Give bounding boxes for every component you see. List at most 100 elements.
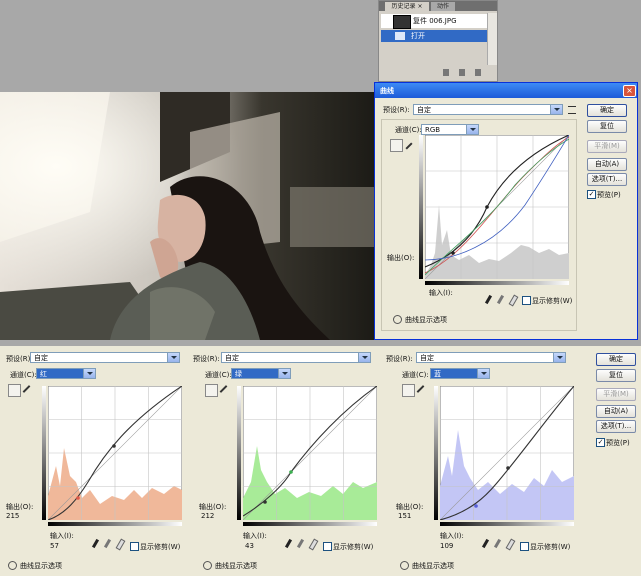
curve-point-tool-icon[interactable]: [205, 384, 218, 397]
curve-graph-blue[interactable]: [440, 386, 574, 520]
show-clipping-checkbox[interactable]: [130, 542, 139, 551]
channel-select-green[interactable]: 绿: [231, 368, 291, 379]
input-value: 43: [245, 542, 254, 550]
input-label: 输入(I):: [440, 532, 464, 540]
history-snapshot-label: 复件 006.JPG: [413, 17, 457, 25]
preset-select-value: 自定: [225, 354, 239, 362]
curve-point-tool-icon[interactable]: [8, 384, 21, 397]
preset-select-value: 自定: [417, 106, 431, 114]
input-value: 109: [440, 542, 454, 550]
eyedropper-white-icon[interactable]: [505, 538, 516, 551]
show-clipping-checkbox[interactable]: [520, 542, 529, 551]
curve-graph-rgb[interactable]: [425, 135, 569, 279]
eyedropper-gray-icon[interactable]: [493, 538, 502, 549]
pencil-tool-icon[interactable]: [403, 139, 414, 150]
reset-button[interactable]: 复位: [587, 120, 627, 133]
smooth-button[interactable]: 平滑(M): [596, 388, 636, 401]
dialog-titlebar[interactable]: 曲线 ×: [375, 83, 637, 98]
channel-label: 通道(C):: [10, 371, 37, 379]
preset-select[interactable]: 自定: [30, 352, 180, 363]
preview-checkbox[interactable]: ✓: [587, 190, 596, 199]
show-clipping-checkbox[interactable]: [323, 542, 332, 551]
show-clipping-label: 显示修剪(W): [333, 543, 374, 551]
preset-select-value: 自定: [420, 354, 434, 362]
output-label: 输出(O):: [6, 503, 34, 511]
ok-button[interactable]: 确定: [587, 104, 627, 117]
preview-label: 预览(P): [597, 191, 621, 199]
display-options-label: 曲线显示选项: [405, 316, 447, 324]
curve-graph-red[interactable]: [48, 386, 182, 520]
eyedropper-black-icon[interactable]: [91, 538, 100, 549]
expand-options-icon[interactable]: [400, 561, 409, 570]
preset-select[interactable]: 自定: [221, 352, 371, 363]
input-gradient-bar: [48, 522, 182, 526]
show-clipping-label: 显示修剪(W): [532, 297, 573, 305]
preset-menu-icon[interactable]: [568, 106, 576, 114]
curve-point-tool-icon[interactable]: [402, 384, 415, 397]
photo-girl-window: [0, 92, 374, 340]
output-label: 输出(O):: [396, 503, 424, 511]
channel-select-value: 蓝: [434, 370, 441, 378]
channel-select-blue[interactable]: 蓝: [430, 368, 490, 379]
photo-thumbnail-icon: [393, 15, 411, 29]
options-button[interactable]: 选项(T)...: [587, 173, 627, 186]
tab-history[interactable]: 历史记录 ×: [385, 2, 429, 11]
history-snapshot-row[interactable]: 复件 006.JPG: [381, 14, 487, 29]
show-clipping-label: 显示修剪(W): [530, 543, 571, 551]
input-label: 输入(I):: [50, 532, 74, 540]
trash-icon[interactable]: [475, 69, 481, 76]
input-gradient-bar: [243, 522, 377, 526]
show-clipping-checkbox[interactable]: [522, 296, 531, 305]
options-button[interactable]: 选项(T)...: [596, 420, 636, 433]
new-document-icon[interactable]: [443, 69, 449, 76]
preview-checkbox[interactable]: ✓: [596, 438, 605, 447]
output-gradient-bar: [434, 386, 438, 520]
pencil-tool-icon[interactable]: [22, 385, 31, 393]
history-panel: 历史记录 × 动作 复件 006.JPG 打开: [378, 0, 498, 82]
history-scrollbar[interactable]: [487, 13, 497, 65]
curves-panel-blue: 预设(R): 自定 通道(C): 蓝 输出(O): 151 输入(I): 109…: [386, 346, 586, 576]
smooth-button[interactable]: 平滑(M): [587, 140, 627, 153]
reset-button[interactable]: 复位: [596, 369, 636, 382]
display-options-label: 曲线显示选项: [412, 562, 454, 570]
history-step-label: 打开: [411, 32, 425, 40]
close-icon[interactable]: ×: [623, 85, 636, 97]
channel-select-value: 绿: [235, 370, 242, 378]
pencil-tool-icon[interactable]: [416, 385, 425, 393]
preset-select[interactable]: 自定: [416, 352, 566, 363]
tab-actions[interactable]: 动作: [431, 2, 455, 11]
eyedropper-black-icon[interactable]: [284, 538, 293, 549]
ok-button[interactable]: 确定: [596, 353, 636, 366]
preset-select[interactable]: 自定: [413, 104, 563, 115]
eyedropper-black-icon[interactable]: [481, 538, 490, 549]
display-options-label: 曲线显示选项: [215, 562, 257, 570]
input-gradient-bar: [440, 522, 574, 526]
pencil-tool-icon[interactable]: [219, 385, 228, 393]
eyedropper-white-icon[interactable]: [115, 538, 126, 551]
output-label: 输出(O):: [199, 503, 227, 511]
history-step-icon: [395, 32, 405, 40]
eyedropper-gray-icon[interactable]: [103, 538, 112, 549]
output-value: 151: [398, 512, 412, 520]
auto-button[interactable]: 自动(A): [596, 405, 636, 418]
channel-select[interactable]: RGB: [421, 124, 479, 135]
curve-graph-green[interactable]: [243, 386, 377, 520]
preset-select-value: 自定: [34, 354, 48, 362]
channel-select-red[interactable]: 红: [36, 368, 96, 379]
auto-button[interactable]: 自动(A): [587, 158, 627, 171]
expand-options-icon[interactable]: [8, 561, 17, 570]
input-value: 57: [50, 542, 59, 550]
expand-options-icon[interactable]: [393, 315, 402, 324]
input-label: 输入(I):: [243, 532, 267, 540]
new-snapshot-icon[interactable]: [459, 69, 465, 76]
channel-select-value: RGB: [425, 126, 441, 134]
eyedropper-gray-icon[interactable]: [296, 538, 305, 549]
eyedropper-white-icon[interactable]: [308, 538, 319, 551]
preview-label: 预览(P): [606, 439, 630, 447]
history-step-row[interactable]: 打开: [381, 30, 487, 42]
output-label: 输出(O):: [387, 254, 415, 262]
curve-point-tool-icon[interactable]: [390, 139, 403, 152]
expand-options-icon[interactable]: [203, 561, 212, 570]
dialog-title: 曲线: [380, 87, 394, 95]
output-gradient-bar: [42, 386, 46, 520]
